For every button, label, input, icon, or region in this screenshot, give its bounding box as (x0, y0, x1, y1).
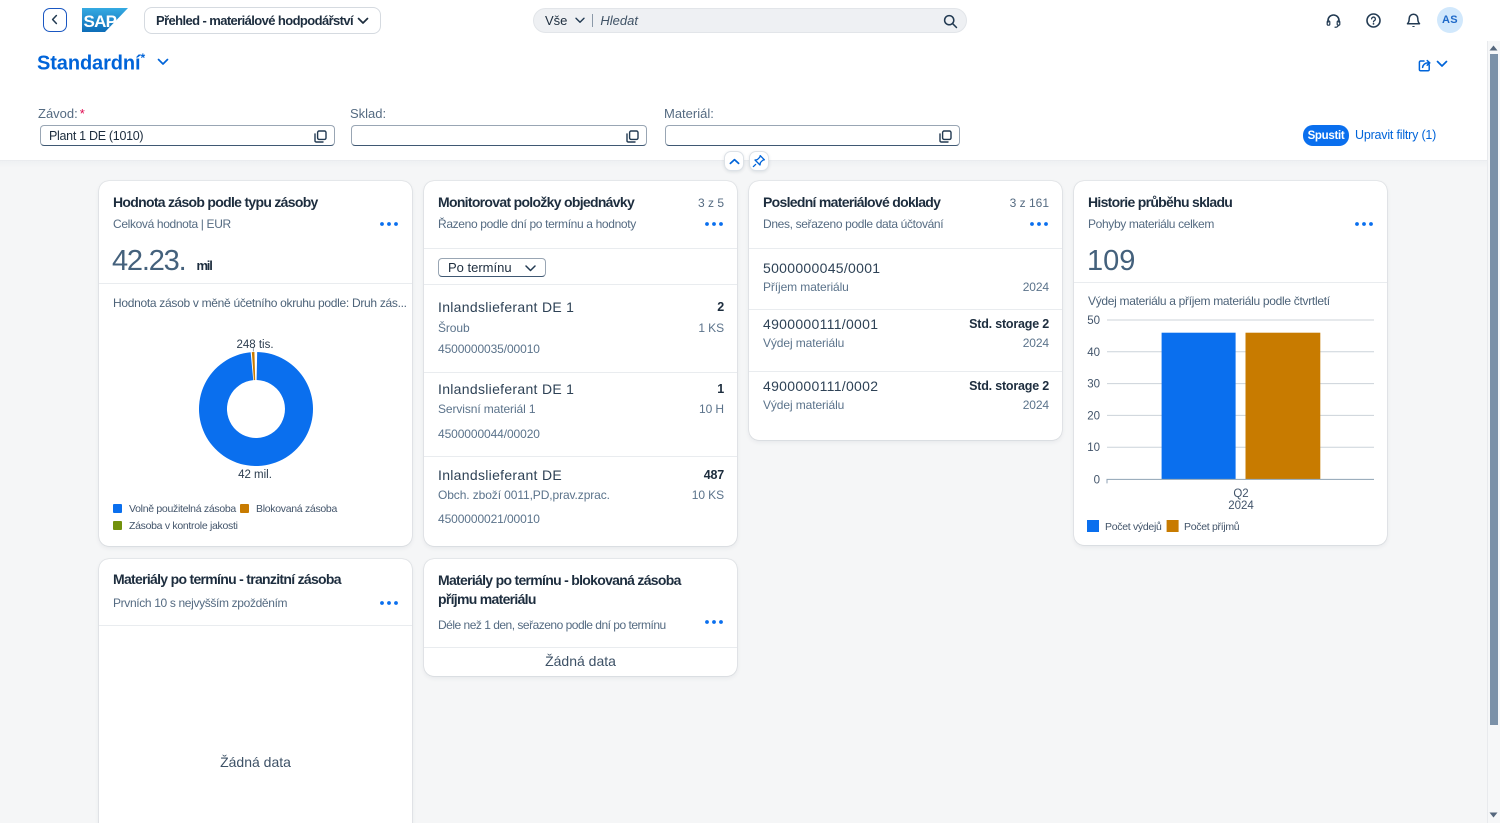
svg-text:40: 40 (1087, 347, 1100, 359)
svg-text:SAP: SAP (84, 12, 117, 31)
svg-text:Počet výdejů: Počet výdejů (1105, 521, 1162, 533)
svg-text:248 tis.: 248 tis. (236, 339, 273, 351)
svg-text:20: 20 (1087, 410, 1100, 422)
svg-text:50: 50 (1087, 315, 1100, 327)
svg-text:10: 10 (1087, 442, 1100, 454)
svg-text:Počet příjmů: Počet příjmů (1184, 521, 1240, 533)
svg-text:Q2: Q2 (1233, 488, 1248, 500)
svg-text:2024: 2024 (1228, 500, 1254, 512)
svg-text:42 mil.: 42 mil. (238, 469, 272, 481)
svg-text:30: 30 (1087, 379, 1100, 391)
svg-text:0: 0 (1094, 474, 1100, 486)
